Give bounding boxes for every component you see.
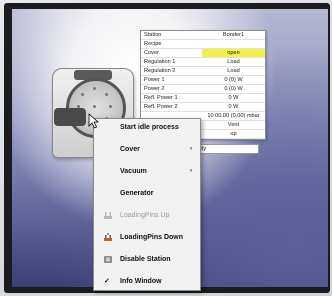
info-key: Refl. Power 2 xyxy=(144,104,178,110)
cover-status-value: open xyxy=(202,49,265,57)
info-key: Regulation 1 xyxy=(144,59,176,65)
menu-item-disable-station[interactable]: Disable Station xyxy=(94,253,200,266)
info-row: Power 2 0 (0) W xyxy=(141,85,265,94)
menu-item-loadingpins-down[interactable]: LoadingPins Down xyxy=(94,231,200,244)
info-value: Load xyxy=(227,68,240,74)
info-value xyxy=(202,40,265,48)
menu-item-loadingpins-up: LoadingPins Up xyxy=(94,209,200,222)
chuck-hole xyxy=(105,93,108,96)
info-row: Power 1 0 (0) W xyxy=(141,76,265,85)
info-value: Load xyxy=(227,59,240,65)
menu-item-generator[interactable]: Generator xyxy=(94,187,200,200)
info-key: Station xyxy=(144,32,162,38)
pressure-value: 10 00.00 (0.00) mbar xyxy=(207,113,260,119)
info-key: Refl. Power 1 xyxy=(144,95,178,101)
menu-item-label: Start idle process xyxy=(120,124,179,131)
info-key: Regulation 2 xyxy=(144,68,176,74)
mouse-pointer-icon xyxy=(88,113,100,129)
info-value: Bonder1 xyxy=(222,32,245,38)
info-value: 0 (0) W xyxy=(224,77,243,83)
info-key: Recipe xyxy=(144,41,162,47)
info-row: Refl. Power 1 0 W xyxy=(141,94,265,103)
info-row: Refl. Power 2 0 W xyxy=(141,103,265,112)
chuck-hole xyxy=(93,105,96,108)
info-row: Cover open xyxy=(141,49,265,58)
menu-item-vacuum[interactable]: Vacuum › xyxy=(94,165,200,178)
disable-station-icon xyxy=(103,255,113,264)
chuck-hole xyxy=(81,93,84,96)
menu-item-label: Vacuum xyxy=(120,168,147,175)
station-context-menu: Start idle process Cover › Vacuum › Gene… xyxy=(93,118,201,291)
menu-item-label: Generator xyxy=(120,190,154,197)
checkmark-icon: ✓ xyxy=(104,278,110,285)
info-row: Station Bonder1 xyxy=(141,31,265,40)
info-row: Regulation 1 Load xyxy=(141,58,265,67)
info-row: Regulation 2 Load xyxy=(141,67,265,76)
loadingpins-down-icon xyxy=(103,233,113,242)
menu-item-info-window[interactable]: ✓ Info Window xyxy=(94,275,200,288)
info-value: 0 W xyxy=(228,95,239,101)
info-key: Power 2 xyxy=(144,86,165,92)
chuck-hole xyxy=(93,87,96,90)
menu-item-label: LoadingPins Up xyxy=(120,212,170,219)
submenu-arrow-icon: › xyxy=(190,168,192,174)
menu-item-label: Disable Station xyxy=(120,256,171,263)
menu-item-label: LoadingPins Down xyxy=(120,234,183,241)
chuck-hole xyxy=(109,105,112,108)
loadingpins-up-icon xyxy=(103,211,113,220)
info-row: Recipe xyxy=(141,40,265,49)
info-key: Cover xyxy=(144,50,159,56)
menu-item-label: Cover xyxy=(120,146,140,153)
menu-item-cover[interactable]: Cover › xyxy=(94,143,200,156)
station-side-clamp xyxy=(54,108,86,126)
menu-item-start-idle-process[interactable]: Start idle process xyxy=(94,121,200,134)
menu-item-label: Info Window xyxy=(120,278,162,285)
vent-value: Vent xyxy=(227,122,240,128)
info-key: Power 1 xyxy=(144,77,165,83)
pins-value: up xyxy=(230,131,237,137)
info-value: 0 (0) W xyxy=(224,86,243,92)
info-value: 0 W xyxy=(228,104,239,110)
submenu-arrow-icon: › xyxy=(190,146,192,152)
